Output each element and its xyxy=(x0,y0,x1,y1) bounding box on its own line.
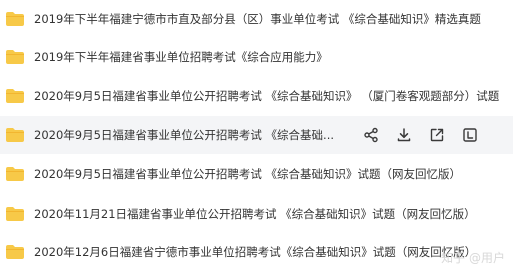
download-button[interactable] xyxy=(395,126,413,144)
folder-icon xyxy=(6,245,24,259)
file-row[interactable]: 2020年9月5日福建省事业单位公开招聘考试 《综合基础知识》试题（网友回忆版） xyxy=(0,155,513,193)
file-row[interactable]: 2019年下半年福建省事业单位招聘考试《综合应用能力》 xyxy=(0,38,513,76)
watermark: 知乎 @用户 xyxy=(441,251,505,265)
open-external-icon xyxy=(430,128,444,142)
folder-icon xyxy=(6,167,24,181)
file-row[interactable]: 2020年9月5日福建省事业单位公开招聘考试 《综合基础知识》 （厦门卷客观题部… xyxy=(0,77,513,115)
file-name: 2020年9月5日福建省事业单位公开招聘考试 《综合基础知识》试题（网友回忆版） xyxy=(34,167,462,181)
file-row-hovered[interactable]: 2020年9月5日福建省事业单位公开招聘考试 《综合基础... xyxy=(0,116,513,154)
file-row[interactable]: 2020年12月6日福建省宁德市事业单位招聘考试《综合基础知识》试题（网友回忆版… xyxy=(0,233,513,271)
file-row[interactable]: 2019年下半年福建宁德市市直及部分县（区）事业单位考试 《综合基础知识》精选真… xyxy=(0,0,513,38)
folder-icon xyxy=(6,12,24,26)
download-icon xyxy=(397,128,411,142)
file-name: 2020年12月6日福建省宁德市事业单位招聘考试《综合基础知识》试题（网友回忆版… xyxy=(34,245,477,259)
folder-icon xyxy=(6,128,24,142)
share-icon xyxy=(364,127,378,143)
file-name: 2020年9月5日福建省事业单位公开招聘考试 《综合基础知识》 （厦门卷客观题部… xyxy=(34,89,500,103)
file-row[interactable]: 2020年11月21日福建省事业单位公开招聘考试 《综合基础知识》试题（网友回忆… xyxy=(0,195,513,233)
file-name: 2019年下半年福建省事业单位招聘考试《综合应用能力》 xyxy=(34,50,328,64)
file-name: 2019年下半年福建宁德市市直及部分县（区）事业单位考试 《综合基础知识》精选真… xyxy=(34,12,481,26)
row-actions xyxy=(362,116,494,154)
folder-icon xyxy=(6,89,24,103)
preview-button[interactable] xyxy=(461,126,479,144)
file-name: 2020年11月21日福建省事业单位公开招聘考试 《综合基础知识》试题（网友回忆… xyxy=(34,207,476,221)
folder-icon xyxy=(6,207,24,221)
folder-icon xyxy=(6,50,24,64)
text-preview-icon xyxy=(463,128,477,142)
share-button[interactable] xyxy=(362,126,380,144)
open-button[interactable] xyxy=(428,126,446,144)
file-name: 2020年9月5日福建省事业单位公开招聘考试 《综合基础... xyxy=(34,128,335,142)
